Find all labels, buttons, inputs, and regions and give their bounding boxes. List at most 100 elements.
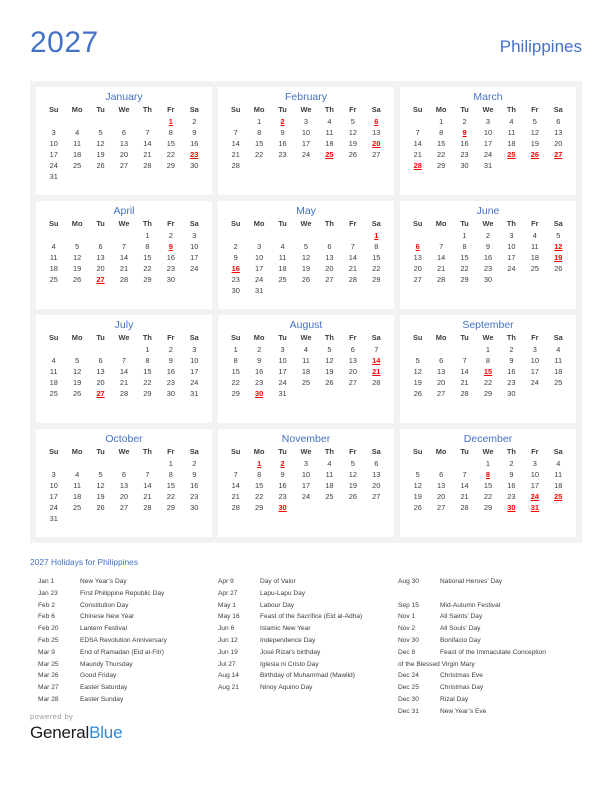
day-cell: 6 [327, 242, 332, 251]
day-cell-holiday: 15 [483, 367, 493, 376]
day-cell-holiday: 24 [530, 492, 539, 501]
holiday-name: Lapu-Lapu Day [260, 589, 306, 597]
holiday-name: End of Ramadan (Eid al-Fitr) [80, 648, 164, 656]
day-cell: 21 [119, 378, 129, 387]
day-cell-empty [183, 274, 206, 285]
day-cell: 28 [119, 275, 129, 284]
day-cell: 5 [556, 231, 561, 240]
week-row: 15 16 17 18 19 20 21 [224, 366, 388, 377]
holiday-name: New Year’s Day [80, 578, 127, 585]
day-cell: 23 [507, 378, 516, 387]
day-cell: 17 [278, 367, 287, 376]
day-cell: 12 [413, 481, 422, 490]
day-cell: 22 [437, 150, 446, 159]
country-label: Philippines [499, 37, 582, 56]
week-row: 1 [224, 230, 388, 241]
day-cell-empty [42, 344, 65, 355]
holiday-date: Feb 6 [38, 613, 55, 621]
day-cell-empty [318, 160, 341, 171]
weekday-header-th: Th [506, 447, 516, 456]
week-row: 13 14 15 16 17 18 19 [406, 252, 570, 263]
day-cell: 23 [231, 275, 240, 284]
day-cell: 21 [413, 150, 422, 159]
weekday-header-th: Th [142, 333, 152, 342]
weekday-header-row: Su Mo Tu We Th Fr Sa [224, 333, 388, 344]
week-row: 11 12 13 14 15 16 17 [42, 366, 206, 377]
day-cell: 20 [372, 481, 381, 490]
day-cell-empty [42, 458, 65, 469]
day-cell: 8 [439, 128, 444, 137]
weekday-header-mo: Mo [435, 219, 447, 228]
day-cell: 10 [49, 481, 58, 490]
weekday-header-we: We [300, 219, 312, 228]
month-table: Su Mo Tu We Th Fr Sa 1 2 3 4 5 6 7 8 9 10 11 12 13 14 15 16 17 1… [406, 219, 570, 285]
day-cell-holiday: 8 [485, 470, 491, 479]
day-cell-holiday: 21 [372, 367, 381, 376]
day-cell: 2 [509, 459, 514, 468]
day-cell: 7 [374, 345, 379, 354]
day-cell-empty [224, 116, 247, 127]
day-cell: 29 [483, 503, 493, 512]
weekday-header-su: Su [48, 447, 59, 456]
day-cell-empty [112, 230, 135, 241]
holidays-column-1: Jan 1 New Year’s Day Jan 23 First Philippin… [38, 576, 218, 718]
month-name: May [296, 205, 316, 217]
week-row: 24 25 26 27 28 29 30 [42, 502, 206, 513]
holiday-name: Feast of the Immaculate Conception [440, 648, 546, 656]
week-row: 10 11 12 13 14 15 16 [42, 480, 206, 491]
weekday-header-mo: Mo [253, 333, 265, 342]
day-cell: 7 [233, 470, 238, 479]
day-cell: 3 [509, 231, 514, 240]
holiday-date: Sep 15 [398, 601, 419, 609]
day-cell: 27 [119, 161, 129, 170]
day-cell: 18 [278, 264, 287, 273]
day-cell: 13 [348, 356, 357, 365]
day-cell: 10 [190, 356, 199, 365]
day-cell: 16 [278, 481, 287, 490]
day-cell: 19 [301, 264, 311, 273]
week-row: 12 13 14 15 16 17 18 [406, 366, 570, 377]
holiday-row: May 1 Labour Day [218, 600, 398, 612]
holiday-row: Nov 2 All Souls’ Day [398, 623, 582, 635]
holiday-name: Easter Saturday [80, 684, 128, 692]
holiday-date: Dec 25 [398, 684, 419, 692]
weekday-header-tu: Tu [278, 219, 287, 228]
day-cell-empty [136, 513, 159, 524]
day-cell: 20 [437, 378, 446, 387]
day-cell: 13 [437, 481, 446, 490]
weekday-header-sa: Sa [371, 447, 381, 456]
week-row: 18 19 20 21 22 23 24 [42, 263, 206, 274]
weekday-header-we: We [482, 105, 494, 114]
day-cell: 12 [301, 253, 311, 262]
day-cell: 16 [507, 481, 516, 490]
day-cell: 29 [231, 389, 240, 398]
day-cell-empty [42, 230, 65, 241]
day-cell: 30 [483, 275, 493, 284]
day-cell: 15 [372, 253, 381, 262]
day-cell: 28 [372, 378, 381, 387]
day-cell-empty [453, 458, 476, 469]
weekday-header-fr: Fr [349, 447, 357, 456]
holiday-name: Islamic New Year [260, 625, 311, 633]
holiday-name: Labour Day [260, 601, 295, 609]
day-cell: 8 [145, 242, 150, 251]
brand-logo[interactable]: GeneralBlue [30, 723, 123, 742]
month-table: Su Mo Tu We Th Fr Sa 1 2 3 4 5 6 7 8 9 10 11 12 13 14 15 16 17 1… [42, 219, 206, 285]
weekday-header-sa: Sa [189, 333, 199, 342]
weekday-header-mo: Mo [253, 447, 265, 456]
holiday-date: Mar 25 [38, 660, 59, 668]
day-cell-empty [112, 116, 135, 127]
day-cell-empty [547, 502, 570, 513]
weekday-header-row: Su Mo Tu We Th Fr Sa [406, 105, 570, 116]
day-cell: 17 [301, 481, 311, 490]
weekday-header-mo: Mo [71, 447, 83, 456]
week-row: 22 23 24 25 26 27 28 [224, 377, 388, 388]
day-cell: 11 [325, 128, 334, 137]
month-name: June [476, 205, 500, 217]
day-cell: 4 [51, 356, 56, 365]
month-table: Su Mo Tu We Th Fr Sa 1 2 3 4 5 6 7 8 9 10 11 12 13 14 15 16 17 1… [224, 219, 388, 296]
holiday-name: José Rizal’s birthday [260, 648, 321, 656]
day-cell: 26 [413, 503, 422, 512]
day-cell-holiday: 27 [96, 389, 105, 398]
week-row: 1 2 3 4 [406, 458, 570, 469]
